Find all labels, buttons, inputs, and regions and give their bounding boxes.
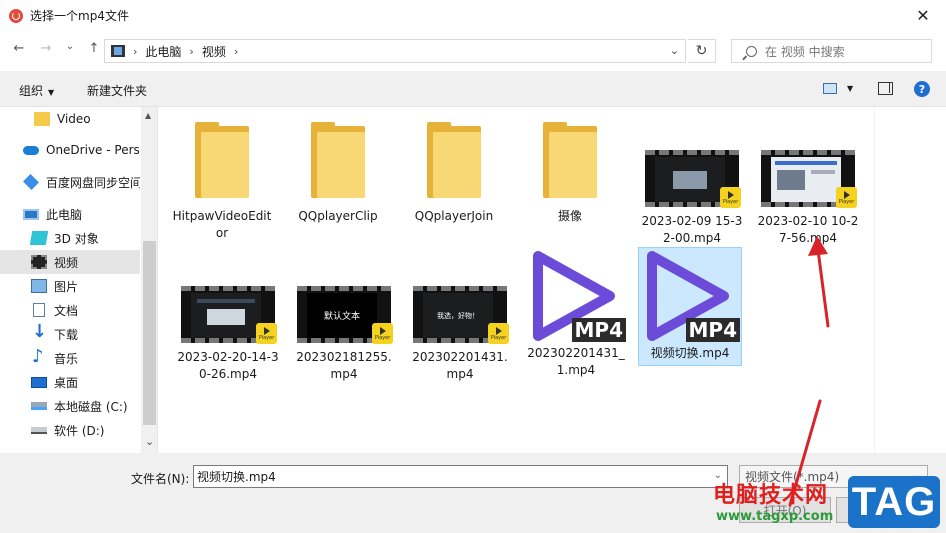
annotation-arrow-up <box>816 248 830 328</box>
annotation-arrows <box>788 236 830 507</box>
annotation-arrowhead-up <box>808 236 828 256</box>
watermark-url: www.tagxp.com <box>716 509 834 524</box>
watermark-logo: TAG <box>848 476 940 528</box>
watermark-text: 电脑技术网 <box>713 483 829 508</box>
